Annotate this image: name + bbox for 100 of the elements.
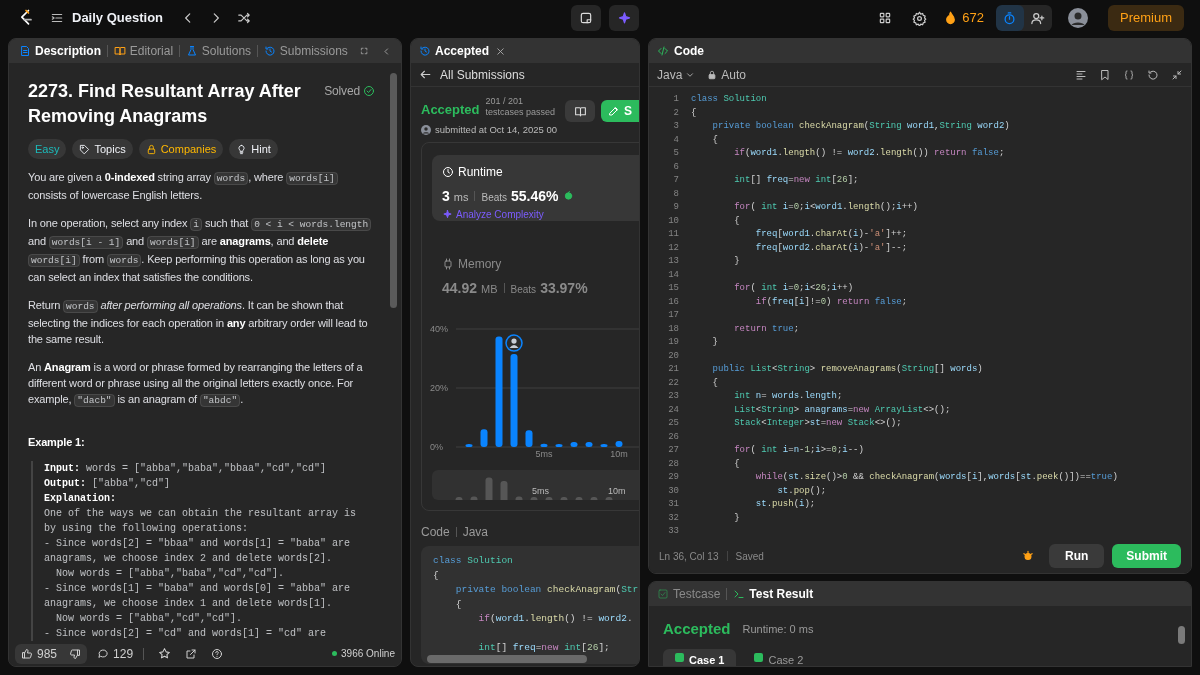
- tag-chip[interactable]: Hint: [229, 139, 278, 159]
- streak-count[interactable]: 672: [962, 8, 984, 28]
- code-line: for( int i=0;i<26;i++): [733, 282, 854, 295]
- example-line: Now words = ["abba","baba","cd","cd"].: [55, 567, 286, 581]
- code-line: public List<String> removeAnagrams(String[] words): [711, 363, 983, 376]
- premium-button[interactable]: Premium: [1108, 5, 1184, 31]
- assistant-button[interactable]: [609, 5, 639, 31]
- edit-icon: [608, 105, 620, 117]
- settings-icon[interactable]: [912, 10, 928, 26]
- avatar: [421, 123, 431, 136]
- line-number: 28: [667, 457, 679, 471]
- line-number: 31: [667, 498, 679, 511]
- save-status: Saved: [735, 549, 764, 564]
- example-title: Example 1:: [28, 435, 86, 450]
- y-axis-label: 40%: [430, 324, 448, 334]
- description-paragraph: You are given a 0-indexed string array words , where words[i] consists of lowercase English letters.: [28, 169, 385, 203]
- scrollbar[interactable]: [390, 73, 397, 308]
- y-axis-label: 0%: [430, 442, 443, 452]
- scrollbar[interactable]: [427, 655, 587, 663]
- avatar[interactable]: [1068, 8, 1088, 28]
- code-line: {: [691, 106, 697, 120]
- star-icon[interactable]: [158, 647, 172, 660]
- tab[interactable]: Testcase: [673, 585, 721, 603]
- code-line: {: [454, 597, 463, 612]
- description-paragraph: In one operation, select any index i such that 0 < i < words.length and words[i - 1] and words[i] are anagrams, and delete words[i] from words . Keep performing this operation as long as you can select an index that satisfies the conditions.: [28, 215, 385, 285]
- metric-title: Memory: [458, 256, 502, 273]
- line-number: 12: [667, 241, 679, 255]
- axis-label: 5ms: [532, 484, 549, 498]
- flask-icon: [185, 45, 198, 57]
- expand-icon[interactable]: [359, 45, 369, 57]
- bookmark-icon[interactable]: [1099, 68, 1111, 81]
- runtime-text: Runtime: 0 ms: [742, 622, 814, 637]
- tag-chip[interactable]: Topics: [72, 139, 133, 159]
- note-button[interactable]: [571, 5, 601, 31]
- case-tab[interactable]: Case 1: [663, 648, 737, 666]
- tag-chip[interactable]: Easy: [28, 139, 67, 159]
- help-icon[interactable]: [211, 647, 224, 660]
- metric-card[interactable]: Runtime 3 ms Beats 55.46% Analyze Complexity: [432, 155, 639, 221]
- line-number: 30: [667, 484, 679, 498]
- line-number: 26: [667, 430, 679, 444]
- line-number: 10: [667, 214, 679, 228]
- checkbox-icon: [657, 588, 669, 600]
- code-line: {: [711, 133, 718, 147]
- history-icon: [419, 45, 431, 57]
- tab[interactable]: Test Result: [749, 585, 814, 603]
- language-dropdown[interactable]: Java: [657, 65, 696, 84]
- example-line: anagrams, we choose index 2 and delete words[2].: [44, 552, 334, 566]
- format-icon[interactable]: [1075, 68, 1087, 81]
- code-line: private boolean checkAnagram(Str: [454, 583, 639, 597]
- sparkle-icon: [616, 10, 632, 26]
- scrollbar[interactable]: [1178, 626, 1185, 644]
- thumbs-down-icon: [69, 647, 82, 660]
- all-submissions-link[interactable]: All Submissions: [440, 65, 525, 84]
- testcases-count: 201 / 201: [485, 96, 525, 107]
- submitted-time: submitted at Oct 14, 2025 00: [435, 122, 557, 137]
- timer-button[interactable]: [996, 5, 1024, 31]
- tab[interactable]: Editorial: [129, 42, 174, 60]
- case-tab[interactable]: Case 2: [742, 648, 816, 666]
- tab[interactable]: Submissions: [279, 42, 348, 60]
- code-label: Code: [421, 524, 450, 541]
- line-number: 20: [667, 349, 679, 363]
- panel-title: Code: [674, 43, 704, 60]
- bar: [525, 430, 533, 447]
- back-arrow-icon[interactable]: [419, 68, 432, 81]
- collapse-icon[interactable]: [1171, 68, 1183, 81]
- comments-button[interactable]: 129: [97, 644, 134, 663]
- daily-question-link[interactable]: Daily Question: [72, 8, 164, 28]
- beats-value: 55.46%: [511, 187, 559, 206]
- line-number: 25: [667, 417, 679, 430]
- run-button[interactable]: Run: [1049, 544, 1105, 568]
- bar: [465, 444, 473, 447]
- example-line: One of the ways we can obtain the resultant array is: [44, 507, 358, 521]
- share-icon[interactable]: [185, 647, 198, 660]
- grid-icon[interactable]: [878, 11, 893, 25]
- braces-icon[interactable]: [1123, 68, 1135, 81]
- tag-chip[interactable]: Companies: [138, 139, 224, 159]
- clock-icon: [442, 166, 454, 178]
- bar: [615, 441, 623, 447]
- line-number: 17: [667, 309, 679, 322]
- close-icon[interactable]: [495, 45, 507, 57]
- editorial-button[interactable]: [565, 100, 595, 122]
- line-number: 32: [667, 511, 679, 525]
- line-number: 24: [667, 403, 679, 417]
- example-line: Explanation:: [44, 492, 117, 506]
- example-line: anagrams, we choose index 1 and delete words[1].: [44, 597, 334, 611]
- beats-value: 33.97%: [540, 279, 588, 298]
- line-number: 6: [672, 160, 679, 174]
- reset-icon[interactable]: [1147, 68, 1159, 81]
- code-icon: [657, 45, 669, 57]
- tab[interactable]: Solutions: [201, 42, 252, 60]
- list-icon[interactable]: [50, 11, 64, 25]
- code-line: int[] freq=new int[26];: [733, 174, 859, 187]
- code-line: {: [733, 214, 740, 228]
- tab[interactable]: Accepted: [435, 42, 490, 60]
- line-number: 5: [672, 147, 679, 160]
- shuffle-icon[interactable]: [237, 11, 252, 25]
- description-paragraph: Return words after performing all operations. It can be shown that selecting the indices for each operation in any arbitrary order will lead to the same result.: [28, 298, 369, 347]
- tab[interactable]: Description: [35, 42, 101, 60]
- x-axis-label: 5ms: [535, 449, 553, 459]
- mode-label[interactable]: Auto: [721, 65, 747, 84]
